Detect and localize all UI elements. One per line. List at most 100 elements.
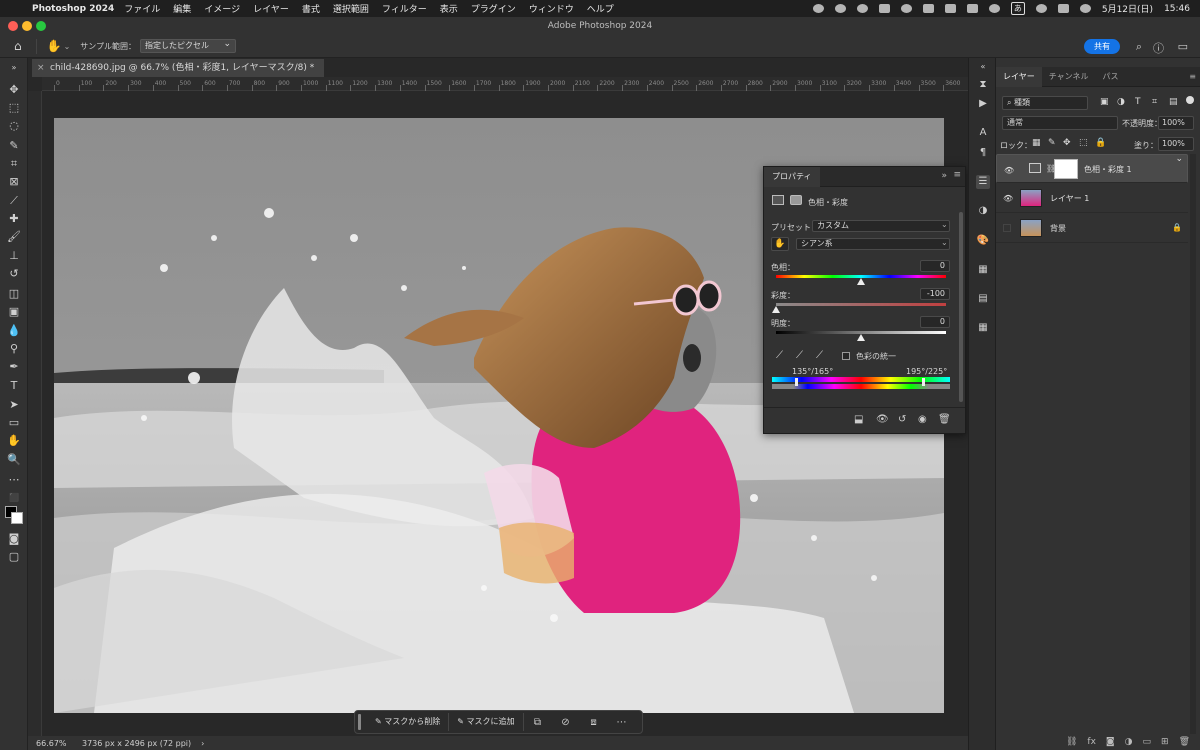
toggle-visibility-icon[interactable]: ◉ xyxy=(918,414,927,425)
control-center-icon[interactable] xyxy=(1057,4,1069,13)
menu-window[interactable]: ウィンドウ xyxy=(529,2,574,15)
creative-cloud-icon[interactable] xyxy=(834,4,846,13)
panel-menu-icon[interactable]: ≡ xyxy=(953,170,961,180)
more-tools-icon[interactable]: ⋯ xyxy=(6,472,22,488)
type-tool-icon[interactable]: T xyxy=(6,378,22,394)
properties-scrollbar[interactable] xyxy=(959,212,963,402)
patterns-panel-icon[interactable]: ▦ xyxy=(976,321,990,335)
channel-select[interactable]: シアン系 xyxy=(796,238,950,250)
menu-type[interactable]: 書式 xyxy=(302,2,320,15)
brush-tool-icon[interactable]: 🖌 xyxy=(6,229,22,245)
quick-mask-icon[interactable]: ◙ xyxy=(6,531,22,547)
rectangle-tool-icon[interactable]: ▭ xyxy=(6,415,22,431)
delete-adjustment-icon[interactable]: 🗑 xyxy=(938,414,951,425)
reset-icon[interactable]: ↺ xyxy=(898,414,906,425)
home-icon[interactable]: ⌂ xyxy=(14,39,22,53)
menu-image[interactable]: イメージ xyxy=(204,2,240,15)
fill-field[interactable]: 100% xyxy=(1158,137,1194,151)
wifi-icon[interactable] xyxy=(988,4,1000,13)
cloud-icon[interactable] xyxy=(812,4,824,13)
zoom-tool-icon[interactable]: 🔍 xyxy=(6,452,22,468)
eraser-tool-icon[interactable]: ◫ xyxy=(6,286,22,302)
actions-panel-icon[interactable]: ▶ xyxy=(976,97,990,111)
menubar-time[interactable]: 15:46 xyxy=(1164,4,1190,14)
eyedropper-icon[interactable]: ⟋ xyxy=(776,350,783,361)
adjustments-panel-icon[interactable]: ◑ xyxy=(976,204,990,218)
blend-mode-select[interactable]: 通常 xyxy=(1002,116,1118,130)
mask-settings-icon[interactable]: ⧉ xyxy=(524,717,552,728)
adjustment-layer-icon[interactable] xyxy=(772,195,784,205)
filter-toggle-icon[interactable] xyxy=(1186,96,1194,104)
path-select-icon[interactable]: ➤ xyxy=(6,397,22,413)
blur-tool-icon[interactable]: 💧 xyxy=(6,323,22,339)
filter-shape-icon[interactable]: ⌗ xyxy=(1152,97,1157,107)
subtract-from-mask-button[interactable]: ✎ マスクから削除 xyxy=(367,713,450,731)
new-adjustment-icon[interactable]: ◑ xyxy=(1125,737,1133,747)
menu-help[interactable]: ヘルプ xyxy=(587,2,614,15)
range-right-handle[interactable] xyxy=(922,378,925,386)
add-mask-icon[interactable]: ◙ xyxy=(1106,737,1115,747)
crop-tool-icon[interactable]: ⌗ xyxy=(6,156,22,172)
frame-tool-icon[interactable]: ⊠ xyxy=(6,174,22,190)
filter-pixel-icon[interactable]: ▣ xyxy=(1100,97,1109,107)
taskbar-grip[interactable] xyxy=(358,714,361,730)
menu-view[interactable]: 表示 xyxy=(440,2,458,15)
lock-transparent-icon[interactable]: ▦ xyxy=(1032,138,1041,148)
history-panel-icon[interactable]: ⧗ xyxy=(976,78,990,92)
saturation-value[interactable]: -100 xyxy=(920,288,950,300)
visibility-eye-icon[interactable]: 👁 xyxy=(1003,194,1013,203)
target-adjust-icon[interactable]: ✋ xyxy=(771,237,789,251)
more-options-icon[interactable]: ⋯ xyxy=(608,717,636,728)
menu-layer[interactable]: レイヤー xyxy=(253,2,289,15)
paragraph-panel-icon[interactable]: ¶ xyxy=(976,146,990,160)
menu-edit[interactable]: 編集 xyxy=(173,2,191,15)
new-layer-icon[interactable]: ⊞ xyxy=(1161,737,1169,747)
lock-image-icon[interactable]: ✎ xyxy=(1048,138,1056,148)
gradients-panel-icon[interactable]: ▤ xyxy=(976,292,990,306)
hue-slider-thumb[interactable] xyxy=(857,278,865,285)
properties-tab[interactable]: プロパティ xyxy=(764,167,820,187)
layer-filter-select[interactable]: ⌕ 種類 xyxy=(1002,96,1088,110)
menu-filter[interactable]: フィルター xyxy=(382,2,427,15)
eyedropper-plus-icon[interactable]: ⟋ xyxy=(796,350,803,361)
mask-icon[interactable] xyxy=(790,195,802,205)
volume-icon[interactable] xyxy=(922,4,934,13)
layers-panel-menu-icon[interactable]: ≡ xyxy=(1189,67,1196,87)
zoom-level[interactable]: 66.67% xyxy=(36,739,76,748)
layer-row-background[interactable]: 背景 🔒 xyxy=(996,214,1188,243)
spotlight-icon[interactable] xyxy=(1035,4,1047,13)
collapse-toolbar-icon[interactable]: » xyxy=(6,60,22,76)
lightness-value[interactable]: 0 xyxy=(920,316,950,328)
swatches-panel-icon[interactable]: ▦ xyxy=(976,263,990,277)
lasso-tool-icon[interactable]: ◌ xyxy=(6,118,22,134)
menu-file[interactable]: ファイル xyxy=(124,2,160,15)
color-panel-icon[interactable]: 🎨 xyxy=(976,234,990,248)
tab-paths[interactable]: パス xyxy=(1096,67,1126,87)
lock-all-icon[interactable]: 🔒 xyxy=(1095,138,1106,148)
healing-brush-icon[interactable]: ✚ xyxy=(6,211,22,227)
clone-stamp-icon[interactable]: ⊥ xyxy=(6,248,22,264)
filter-type-icon[interactable]: T xyxy=(1135,97,1141,107)
help-icon[interactable]: ⓘ xyxy=(1153,40,1164,56)
saturation-slider-thumb[interactable] xyxy=(772,306,780,313)
sample-select[interactable]: 指定したピクセル xyxy=(140,38,237,53)
properties-panel-icon[interactable]: ☰ xyxy=(976,175,990,189)
input-method[interactable]: あ xyxy=(1010,2,1025,15)
view-previous-icon[interactable]: 👁 xyxy=(876,414,889,425)
screen-mode-icon[interactable]: ▢ xyxy=(6,549,22,565)
siri-icon[interactable] xyxy=(1079,4,1091,13)
app-menu[interactable]: Photoshop 2024 xyxy=(32,4,114,14)
filter-smart-icon[interactable]: ▤ xyxy=(1169,97,1178,107)
add-to-mask-button[interactable]: ✎ マスクに追加 xyxy=(449,713,524,731)
pen-tool-icon[interactable]: ✒ xyxy=(6,359,22,375)
hand-tool-icon[interactable]: ✋ xyxy=(47,39,62,53)
lightness-slider-thumb[interactable] xyxy=(857,334,865,341)
eyedropper-minus-icon[interactable]: ⟋ xyxy=(816,350,823,361)
layer-mask-thumbnail[interactable] xyxy=(1054,159,1078,179)
search-icon[interactable]: ⌕ xyxy=(1136,40,1142,54)
bluetooth-icon[interactable] xyxy=(944,4,956,13)
layer-style-icon[interactable]: fx xyxy=(1087,737,1096,747)
mask-refine-icon[interactable]: ⧈ xyxy=(580,717,608,728)
new-group-icon[interactable]: ▭ xyxy=(1143,737,1152,747)
layers-scrollbar[interactable] xyxy=(1190,154,1196,734)
